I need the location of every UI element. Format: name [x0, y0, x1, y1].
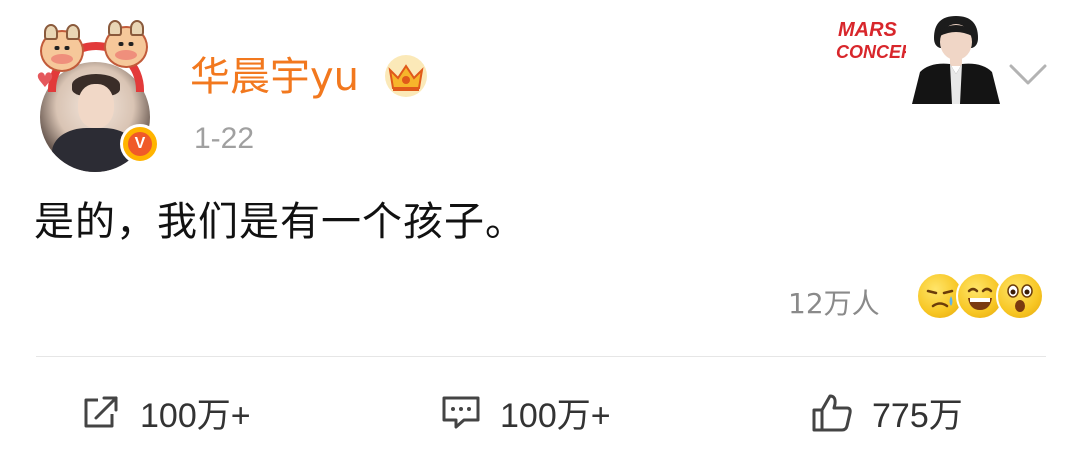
post-content: 是的，我们是有一个孩子。 — [34, 199, 526, 245]
like-count: 775万 — [872, 396, 963, 435]
like-button[interactable]: 775万 — [810, 382, 963, 442]
chevron-down-icon[interactable] — [1008, 62, 1048, 88]
comment-count: 100万+ — [500, 396, 611, 435]
surprised-face-icon — [996, 272, 1044, 320]
share-icon — [84, 396, 118, 428]
user-avatar-group[interactable]: ♥ V — [34, 20, 164, 172]
verified-badge-icon: V — [120, 124, 160, 164]
post-timestamp: 1-22 — [194, 122, 255, 155]
reactions-count[interactable]: 12万人 — [788, 282, 880, 322]
divider — [36, 356, 1046, 357]
artist-photo — [906, 12, 1006, 104]
svg-text:MARS: MARS — [838, 19, 898, 41]
heart-icon: ♥ — [36, 68, 54, 92]
crown-vip-icon[interactable] — [384, 54, 428, 98]
reaction-emojis[interactable] — [916, 272, 1044, 324]
username[interactable]: 华晨宇yu — [190, 52, 359, 102]
comment-icon — [442, 396, 480, 429]
repost-count: 100万+ — [140, 396, 251, 435]
ox-decoration-icon — [104, 20, 148, 68]
card-badge[interactable]: MARS CONCERT. — [832, 8, 1008, 104]
thumbs-up-icon — [812, 394, 852, 432]
repost-button[interactable]: 100万+ — [82, 382, 251, 442]
comment-button[interactable]: 100万+ — [440, 382, 611, 442]
ox-decoration-icon — [40, 24, 84, 72]
